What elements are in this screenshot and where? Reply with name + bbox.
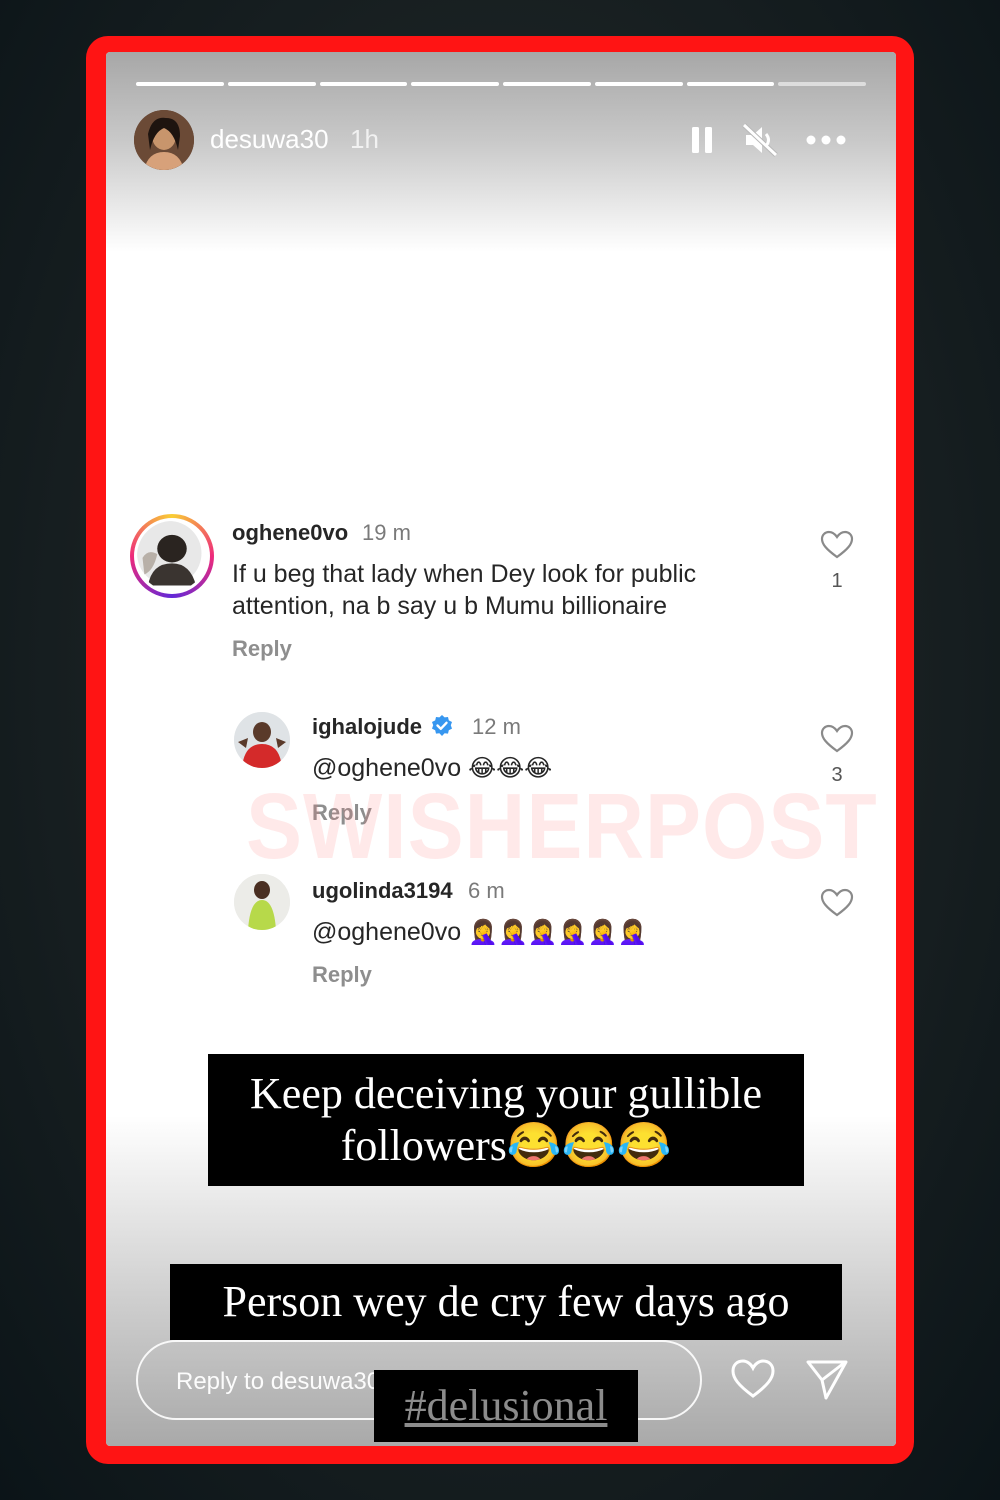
progress-segment	[136, 82, 224, 86]
progress-segment	[594, 82, 683, 86]
progress-segment-current	[778, 82, 866, 86]
story-author-username[interactable]: desuwa30	[210, 124, 329, 155]
story-timestamp: 1h	[350, 124, 379, 154]
mention-link[interactable]: @oghene0vo	[312, 918, 461, 946]
comment-time: 12 m	[472, 714, 521, 739]
comment-emojis: 🤦‍♀️🤦‍♀️🤦‍♀️🤦‍♀️🤦‍♀️🤦‍♀️	[468, 918, 648, 946]
comment-text: @oghene0vo 🤦‍♀️🤦‍♀️🤦‍♀️🤦‍♀️🤦‍♀️🤦‍♀️	[312, 916, 647, 948]
comment-like-count: 1	[831, 570, 843, 592]
comment-author-avatar[interactable]	[234, 874, 290, 930]
story-progress-bar	[136, 82, 866, 86]
hashtag-text: #delusional	[404, 1381, 608, 1430]
caption-line: followers😂😂😂	[340, 1121, 672, 1170]
send-icon[interactable]	[804, 1358, 850, 1402]
progress-segment	[503, 82, 591, 86]
reply-button[interactable]: Reply	[232, 636, 292, 662]
progress-segment	[227, 82, 316, 86]
comment-username[interactable]: ighalojude	[312, 714, 422, 740]
progress-segment	[411, 82, 499, 86]
watermark-text: SWISHERPOST	[246, 774, 878, 878]
story-caption: Keep deceiving your gullible followers😂😂…	[208, 1054, 804, 1186]
story-viewer[interactable]: desuwa30 1h oghene0vo 19 m If u beg that…	[106, 52, 896, 1446]
story-caption-secondary: Person wey de cry few days ago	[170, 1264, 842, 1340]
heart-icon[interactable]	[730, 1358, 776, 1402]
comment-text-line: attention, na b say u b Mumu billionaire	[232, 592, 667, 620]
comment-like-icon[interactable]	[820, 724, 854, 754]
comment-time: 6 m	[468, 878, 505, 903]
comment-like-icon[interactable]	[820, 530, 854, 560]
comment-time: 19 m	[362, 520, 411, 545]
progress-segment	[686, 82, 775, 86]
comment-username[interactable]: oghene0vo	[232, 520, 348, 546]
comment-author-avatar[interactable]	[234, 712, 290, 768]
muted-speaker-icon[interactable]	[740, 122, 780, 158]
reply-placeholder: Reply to desuwa30...	[176, 1368, 401, 1395]
pause-icon[interactable]	[682, 122, 722, 158]
more-options-icon[interactable]	[806, 122, 846, 158]
verified-badge-icon	[430, 714, 454, 738]
progress-segment	[319, 82, 408, 86]
comment-username[interactable]: ugolinda3194	[312, 878, 453, 904]
hashtag-sticker: #delusional	[374, 1370, 638, 1442]
story-author-avatar[interactable]	[134, 110, 194, 170]
caption-line: Keep deceiving your gullible	[250, 1069, 762, 1118]
comment-author-avatar[interactable]	[130, 514, 214, 598]
reply-button[interactable]: Reply	[312, 962, 372, 988]
comment-like-icon[interactable]	[820, 888, 854, 918]
comment-text-line: If u beg that lady when Dey look for pub…	[232, 560, 697, 588]
